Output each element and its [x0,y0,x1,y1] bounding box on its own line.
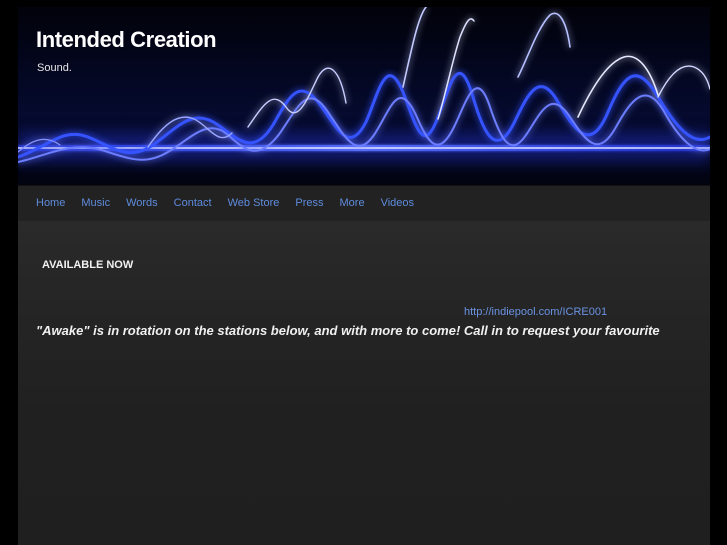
page-container: Intended Creation Sound. Home Music Words C… [18,7,710,545]
nav-web-store[interactable]: Web Store [220,186,288,221]
site-title[interactable]: Intended Creation [36,27,217,53]
nav-videos[interactable]: Videos [373,186,422,221]
main-navigation: Home Music Words Contact Web Store Press More V… [18,185,710,222]
nav-music[interactable]: Music [73,186,118,221]
site-description: Sound. [37,62,72,74]
nav-home[interactable]: Home [28,186,73,221]
nav-contact[interactable]: Contact [166,186,220,221]
nav-press[interactable]: Press [287,186,331,221]
main-content: AVAILABLE NOW http://indiepool.com/ICRE0… [18,221,710,545]
indiepool-link[interactable]: http://indiepool.com/ICRE001 [464,306,607,318]
nav-words[interactable]: Words [118,186,166,221]
rotation-announcement-text: "Awake" is in rotation on the stations b… [36,323,660,338]
nav-more[interactable]: More [332,186,373,221]
site-header: Intended Creation Sound. [18,7,710,185]
nav-list: Home Music Words Contact Web Store Press More V… [18,186,710,221]
available-now-heading: AVAILABLE NOW [42,259,134,271]
